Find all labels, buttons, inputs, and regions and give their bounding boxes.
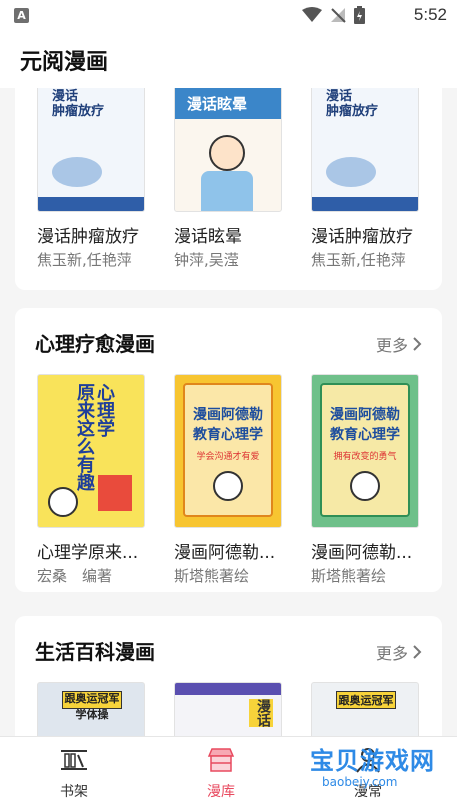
book-item[interactable]: 跟奥运冠军: [311, 682, 421, 736]
book-item[interactable]: 漫话眩晕 漫话眩晕 钟萍,吴滢: [174, 88, 284, 270]
book-author: 斯塔熊著绘: [174, 567, 250, 585]
book-cover: 跟奥运冠军: [311, 682, 419, 736]
book-item[interactable]: 心理学 原来这么有趣 心理学原来... 宏桑 编著: [37, 374, 147, 586]
book-title: 漫话肿瘤放疗: [311, 227, 413, 247]
book-cover: 漫话 肿瘤放疗: [37, 88, 145, 212]
section-card: 生活百科漫画 更多 跟奥运冠军 学体操 漫话 跟奥运冠军: [15, 616, 442, 736]
book-cover: 漫画阿德勒 教育心理学 拥有改变的勇气: [311, 374, 419, 528]
more-link[interactable]: 更多: [376, 640, 422, 664]
nav-library[interactable]: 漫库: [181, 747, 261, 801]
book-author: 焦玉新,任艳萍: [311, 251, 406, 269]
nav-label: 漫库: [207, 784, 235, 800]
status-bar: A 5:52: [0, 0, 457, 32]
store-icon: [207, 748, 235, 772]
battery-icon: [354, 6, 365, 24]
page-title: 元阅漫画: [20, 50, 109, 75]
chevron-right-icon: [413, 645, 422, 659]
nav-bookshelf[interactable]: 书架: [34, 747, 114, 801]
book-title: 漫画阿德勒...: [174, 543, 276, 563]
clock: 5:52: [413, 5, 447, 24]
section-title: 心理疗愈漫画: [35, 332, 155, 356]
chevron-right-icon: [413, 337, 422, 351]
book-title: 心理学原来...: [37, 543, 139, 563]
book-cover: 心理学 原来这么有趣: [37, 374, 145, 528]
bookshelf-icon: [61, 750, 87, 770]
book-author: 宏桑 编著: [37, 567, 113, 585]
book-item[interactable]: 漫画阿德勒 教育心理学 拥有改变的勇气 漫画阿德勒... 斯塔熊著绘: [311, 374, 421, 586]
book-item[interactable]: 漫画阿德勒 教育心理学 学会沟通才有爱 漫画阿德勒... 斯塔熊著绘: [174, 374, 284, 586]
book-cover: 跟奥运冠军 学体操: [37, 682, 145, 736]
book-author: 斯塔熊著绘: [311, 567, 387, 585]
book-author: 焦玉新,任艳萍: [37, 251, 132, 269]
book-item[interactable]: 漫话 肿瘤放疗 漫话肿瘤放疗 焦玉新,任艳萍: [311, 88, 421, 270]
section-card: 心理疗愈漫画 更多 心理学 原来这么有趣 心理学原来... 宏桑 编著 漫画阿德…: [15, 308, 442, 592]
more-link[interactable]: 更多: [376, 332, 422, 356]
wifi-icon: [302, 7, 322, 22]
notification-icon: A: [14, 8, 29, 23]
app-bar: 元阅漫画: [0, 32, 457, 88]
watermark-logo: 宝贝游戏网 baobeiy.com: [310, 747, 435, 789]
nav-label: 书架: [60, 784, 88, 800]
section-title: 生活百科漫画: [35, 640, 155, 664]
book-cover: 漫话眩晕: [174, 88, 282, 212]
content-scroll[interactable]: 漫话 肿瘤放疗 漫话肿瘤放疗 焦玉新,任艳萍 漫话眩晕 漫话眩晕 钟萍,吴滢 漫…: [0, 88, 457, 736]
book-item[interactable]: 漫话: [174, 682, 284, 736]
section-card: 漫话 肿瘤放疗 漫话肿瘤放疗 焦玉新,任艳萍 漫话眩晕 漫话眩晕 钟萍,吴滢 漫…: [15, 88, 442, 290]
book-title: 漫话眩晕: [174, 227, 242, 247]
signal-off-icon: [331, 8, 346, 23]
book-item[interactable]: 跟奥运冠军 学体操: [37, 682, 147, 736]
book-title: 漫画阿德勒...: [311, 543, 413, 563]
book-item[interactable]: 漫话 肿瘤放疗 漫话肿瘤放疗 焦玉新,任艳萍: [37, 88, 147, 270]
book-author: 钟萍,吴滢: [174, 251, 239, 269]
book-title: 漫话肿瘤放疗: [37, 227, 139, 247]
book-cover: 漫话 肿瘤放疗: [311, 88, 419, 212]
book-cover: 漫画阿德勒 教育心理学 学会沟通才有爱: [174, 374, 282, 528]
book-cover: 漫话: [174, 682, 282, 736]
